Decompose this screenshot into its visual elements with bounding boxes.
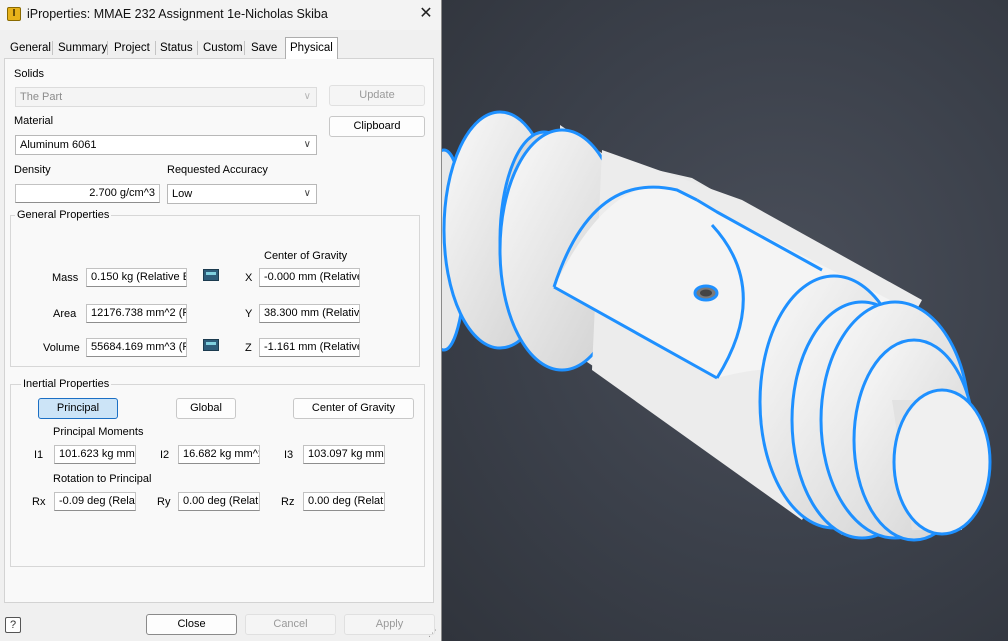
solids-label: Solids <box>14 68 44 80</box>
inertial-properties-title: Inertial Properties <box>21 378 112 390</box>
tab-separator <box>197 41 198 55</box>
i1-label: I1 <box>34 449 44 461</box>
resize-grip-icon[interactable]: ⋰ <box>428 628 438 638</box>
center-of-gravity-button[interactable]: Center of Gravity <box>293 398 414 419</box>
accuracy-value: Low <box>172 188 193 200</box>
cog-y-field[interactable]: 38.300 mm (Relative <box>259 304 360 323</box>
x-label: X <box>245 272 253 284</box>
dialog-title: iProperties: MMAE 232 Assignment 1e-Nich… <box>27 7 328 21</box>
inventor-app-icon: I <box>7 7 21 21</box>
close-window-icon[interactable]: ✕ <box>414 3 438 25</box>
help-icon[interactable]: ? <box>5 617 21 633</box>
part-model[interactable] <box>442 0 1008 641</box>
tab-status[interactable]: Status <box>156 39 197 58</box>
ry-label: Ry <box>157 496 171 508</box>
global-button[interactable]: Global <box>176 398 236 419</box>
solids-dropdown: The Part ∨ <box>15 87 317 107</box>
ry-field[interactable]: 0.00 deg (Relative <box>178 492 260 511</box>
tab-project[interactable]: Project <box>110 39 154 58</box>
calculator-icon[interactable] <box>203 339 219 351</box>
cog-z-field[interactable]: -1.161 mm (Relative <box>259 338 360 357</box>
i3-label: I3 <box>284 449 294 461</box>
update-button: Update <box>329 85 425 106</box>
principal-moments-label: Principal Moments <box>53 426 144 438</box>
material-value: Aluminum 6061 <box>20 139 97 151</box>
z-label: Z <box>245 342 252 354</box>
principal-button[interactable]: Principal <box>38 398 118 419</box>
volume-field[interactable]: 55684.169 mm^3 (Relative <box>86 338 187 357</box>
tab-separator <box>244 41 245 55</box>
general-properties-group: General Properties Center of Gravity Mas… <box>10 209 420 367</box>
density-field[interactable]: 2.700 g/cm^3 <box>15 184 160 203</box>
calculator-icon[interactable] <box>203 269 219 281</box>
tab-custom[interactable]: Custom <box>199 39 247 58</box>
i3-field[interactable]: 103.097 kg mm^2 <box>303 445 385 464</box>
physical-tab-pane: Solids The Part ∨ Update Material Alumin… <box>4 58 434 603</box>
tab-separator <box>107 41 108 55</box>
general-properties-title: General Properties <box>15 209 112 221</box>
chevron-down-icon: ∨ <box>303 188 311 199</box>
tab-general[interactable]: General <box>6 39 55 58</box>
cancel-button: Cancel <box>245 614 336 635</box>
i1-field[interactable]: 101.623 kg mm^2 <box>54 445 136 464</box>
tab-separator <box>52 41 53 55</box>
cog-x-field[interactable]: -0.000 mm (Relative <box>259 268 360 287</box>
tab-physical[interactable]: Physical <box>285 37 338 59</box>
tab-summary[interactable]: Summary <box>54 39 111 58</box>
clipboard-button[interactable]: Clipboard <box>329 116 425 137</box>
rz-field[interactable]: 0.00 deg (Relative <box>303 492 385 511</box>
center-of-gravity-label: Center of Gravity <box>264 250 348 262</box>
close-button[interactable]: Close <box>146 614 237 635</box>
material-label: Material <box>14 115 54 127</box>
iproperties-dialog: I iProperties: MMAE 232 Assignment 1e-Ni… <box>0 0 442 641</box>
accuracy-label: Requested Accuracy <box>167 164 268 176</box>
i2-field[interactable]: 16.682 kg mm^2 <box>178 445 260 464</box>
rx-field[interactable]: -0.09 deg (Relative <box>54 492 136 511</box>
i2-label: I2 <box>160 449 170 461</box>
volume-label: Volume <box>43 342 80 354</box>
rotation-to-principal-label: Rotation to Principal <box>53 473 152 485</box>
rx-label: Rx <box>32 496 46 508</box>
title-bar[interactable]: I iProperties: MMAE 232 Assignment 1e-Ni… <box>0 0 441 30</box>
rz-label: Rz <box>281 496 295 508</box>
material-dropdown[interactable]: Aluminum 6061 ∨ <box>15 135 317 155</box>
solids-value: The Part <box>20 91 63 103</box>
chevron-down-icon: ∨ <box>303 91 311 102</box>
inertial-properties-group: Inertial Properties Principal Global Cen… <box>10 378 425 567</box>
density-label: Density <box>14 164 51 176</box>
mass-label: Mass <box>52 272 79 284</box>
area-label: Area <box>53 308 77 320</box>
area-field[interactable]: 12176.738 mm^2 (Relative <box>86 304 187 323</box>
mass-field[interactable]: 0.150 kg (Relative Error = <box>86 268 187 287</box>
3d-viewport[interactable] <box>442 0 1008 641</box>
apply-button: Apply <box>344 614 435 635</box>
tab-save[interactable]: Save <box>247 39 281 58</box>
accuracy-dropdown[interactable]: Low ∨ <box>167 184 317 204</box>
chevron-down-icon: ∨ <box>303 139 311 150</box>
y-label: Y <box>245 308 253 320</box>
